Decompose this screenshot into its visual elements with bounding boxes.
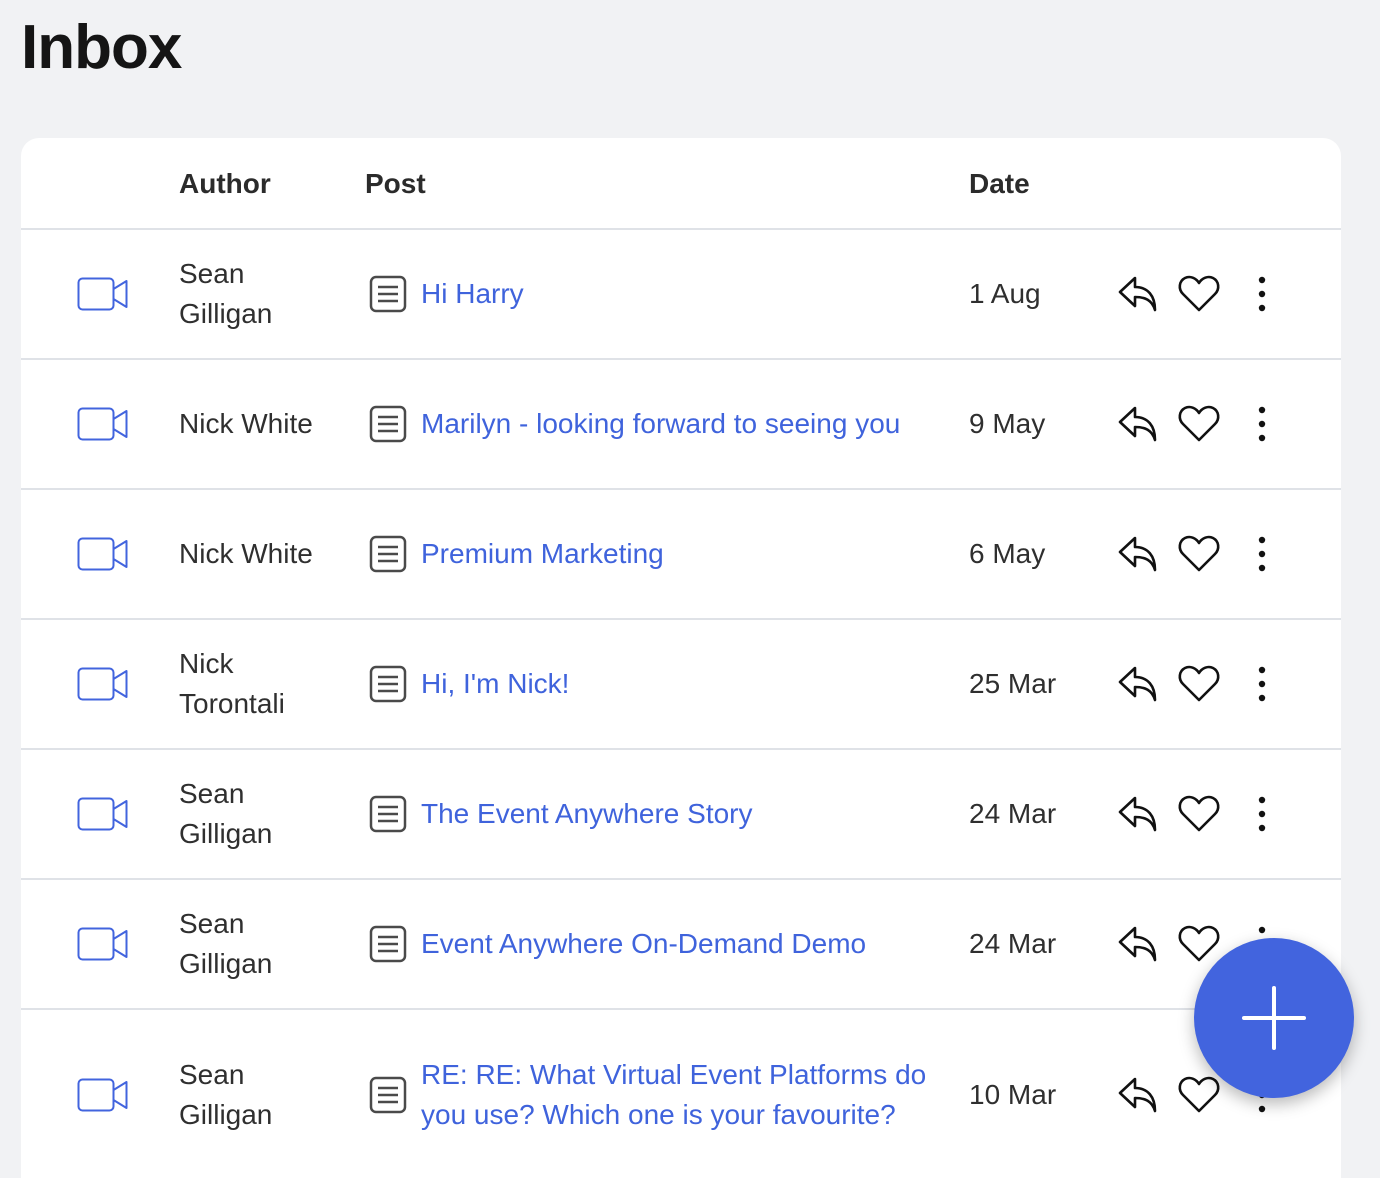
document-icon [369, 535, 407, 573]
reply-icon[interactable] [1117, 664, 1161, 704]
post-link[interactable]: The Event Anywhere Story [421, 794, 941, 834]
video-camera-icon [77, 927, 129, 961]
author-name: Nick Torontali [179, 648, 285, 719]
post-link[interactable]: Premium Marketing [421, 534, 941, 574]
table-row[interactable]: Nick Torontali Hi, I'm Nick! 25 Mar [21, 620, 1341, 750]
author-name: Sean Gilligan [179, 258, 273, 329]
plus-icon [1242, 986, 1306, 1050]
post-date: 10 Mar [969, 1079, 1057, 1110]
more-vertical-icon[interactable] [1247, 404, 1277, 444]
heart-icon[interactable] [1177, 404, 1221, 444]
post-link[interactable]: Hi Harry [421, 274, 941, 314]
document-icon [369, 795, 407, 833]
inbox-table: Author Post Date Sean Gilligan Hi Harry … [21, 138, 1341, 1178]
author-name: Sean Gilligan [179, 908, 273, 979]
video-camera-icon [77, 407, 129, 441]
page-title: Inbox [21, 13, 182, 82]
post-link[interactable]: Event Anywhere On-Demand Demo [421, 924, 941, 964]
table-row[interactable]: Sean Gilligan RE: RE: What Virtual Event… [21, 1010, 1341, 1178]
heart-icon[interactable] [1177, 274, 1221, 314]
column-header-date[interactable]: Date [969, 168, 1030, 200]
post-date: 24 Mar [969, 928, 1057, 959]
document-icon [369, 405, 407, 443]
post-date: 25 Mar [969, 668, 1057, 699]
author-name: Sean Gilligan [179, 1059, 273, 1130]
reply-icon[interactable] [1117, 534, 1161, 574]
compose-button[interactable] [1194, 938, 1354, 1098]
document-icon [369, 275, 407, 313]
column-header-author[interactable]: Author [179, 168, 271, 200]
reply-icon[interactable] [1117, 404, 1161, 444]
more-vertical-icon[interactable] [1247, 664, 1277, 704]
heart-icon[interactable] [1177, 534, 1221, 574]
more-vertical-icon[interactable] [1247, 274, 1277, 314]
video-camera-icon [77, 797, 129, 831]
heart-icon[interactable] [1177, 924, 1221, 964]
video-camera-icon [77, 537, 129, 571]
video-camera-icon [77, 667, 129, 701]
reply-icon[interactable] [1117, 274, 1161, 314]
table-row[interactable]: Nick White Premium Marketing 6 May [21, 490, 1341, 620]
more-vertical-icon[interactable] [1247, 534, 1277, 574]
post-link[interactable]: Hi, I'm Nick! [421, 664, 941, 704]
table-row[interactable]: Sean Gilligan Hi Harry 1 Aug [21, 230, 1341, 360]
heart-icon[interactable] [1177, 794, 1221, 834]
table-row[interactable]: Sean Gilligan Event Anywhere On-Demand D… [21, 880, 1341, 1010]
table-row[interactable]: Nick White Marilyn - looking forward to … [21, 360, 1341, 490]
column-header-post[interactable]: Post [365, 168, 426, 200]
document-icon [369, 1076, 407, 1114]
author-name: Sean Gilligan [179, 778, 273, 849]
post-date: 6 May [969, 538, 1046, 569]
post-date: 24 Mar [969, 798, 1057, 829]
reply-icon[interactable] [1117, 794, 1161, 834]
post-date: 1 Aug [969, 278, 1041, 309]
author-name: Nick White [179, 538, 313, 569]
reply-icon[interactable] [1117, 1075, 1161, 1115]
reply-icon[interactable] [1117, 924, 1161, 964]
more-vertical-icon[interactable] [1247, 794, 1277, 834]
document-icon [369, 665, 407, 703]
document-icon [369, 925, 407, 963]
video-camera-icon [77, 277, 129, 311]
table-header: Author Post Date [21, 138, 1341, 230]
author-name: Nick White [179, 408, 313, 439]
heart-icon[interactable] [1177, 1075, 1221, 1115]
post-link[interactable]: Marilyn - looking forward to seeing you [421, 404, 941, 444]
post-date: 9 May [969, 408, 1046, 439]
table-row[interactable]: Sean Gilligan The Event Anywhere Story 2… [21, 750, 1341, 880]
video-camera-icon [77, 1078, 129, 1112]
post-link[interactable]: RE: RE: What Virtual Event Platforms do … [421, 1055, 941, 1135]
heart-icon[interactable] [1177, 664, 1221, 704]
